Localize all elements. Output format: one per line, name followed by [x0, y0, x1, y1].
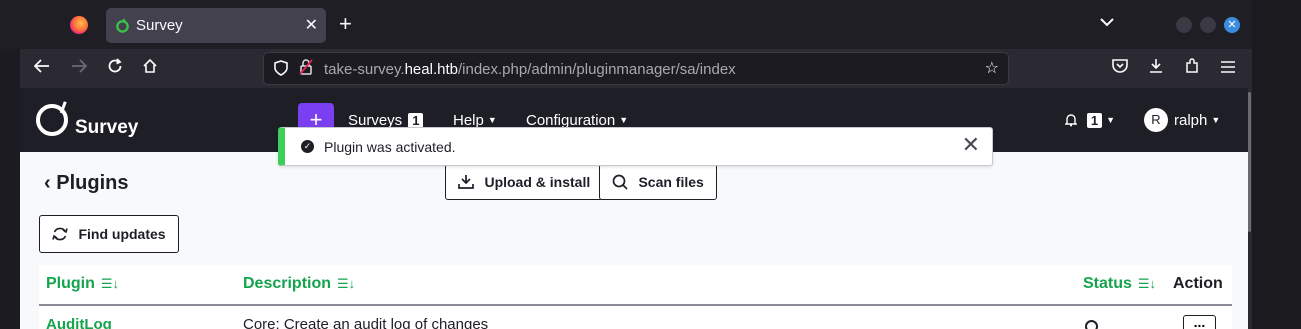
sort-icon: ☰↓ — [100, 276, 120, 291]
sort-icon: ☰↓ — [1137, 276, 1157, 291]
firefox-logo-icon[interactable] — [70, 16, 88, 34]
caret-down-icon: ▼ — [487, 115, 497, 125]
column-header-status-label: Status — [1083, 275, 1132, 292]
navigation-toolbar: take-survey.heal.htb/index.php/admin/plu… — [20, 49, 1252, 88]
back-arrow-icon[interactable] — [32, 58, 52, 78]
plugin-description: Core: Create an audit log of changes — [243, 316, 489, 329]
alert-close-icon[interactable]: ✕ — [962, 134, 980, 156]
tab-title: Survey — [136, 17, 183, 34]
plugins-table: Plugin ☰↓ Description ☰↓ Status ☰↓ Action A… — [39, 265, 1232, 329]
find-updates-button[interactable]: Find updates — [39, 215, 179, 253]
extensions-icon[interactable] — [1182, 58, 1202, 79]
survey-favicon-icon — [115, 18, 130, 33]
scan-files-button[interactable]: Scan files — [599, 164, 717, 200]
scrollbar-thumb[interactable] — [1248, 92, 1251, 232]
caret-down-icon: ▼ — [1211, 115, 1221, 125]
home-icon[interactable] — [140, 58, 160, 79]
refresh-icon — [52, 226, 72, 243]
page-title-label: Plugins — [56, 172, 129, 194]
forward-arrow-icon[interactable] — [69, 58, 89, 78]
scan-files-label: Scan files — [638, 174, 704, 190]
tracking-shield-icon[interactable] — [274, 60, 288, 79]
upload-icon — [458, 174, 478, 191]
window-close-button[interactable]: ✕ — [1224, 17, 1240, 33]
url-text: take-survey.heal.htb/index.php/admin/plu… — [324, 61, 736, 78]
survey-logo-icon[interactable] — [36, 104, 68, 136]
bell-icon — [1064, 112, 1081, 128]
column-header-status[interactable]: Status ☰↓ — [1083, 275, 1156, 293]
browser-window: Survey ✕ + ✕ take-survey.heal.htb/index.… — [0, 0, 1301, 329]
pocket-icon[interactable] — [1110, 58, 1130, 78]
brand-name[interactable]: Survey — [75, 117, 138, 139]
tab-list-chevron-icon[interactable] — [1100, 14, 1114, 30]
caret-down-icon: ▼ — [1106, 115, 1116, 125]
tab-close-icon[interactable]: ✕ — [305, 15, 318, 35]
reload-icon[interactable] — [105, 58, 125, 79]
column-header-action: Action — [1173, 275, 1223, 292]
chevron-left-icon[interactable]: ‹ — [44, 172, 51, 194]
user-menu[interactable]: ralph ▼ — [1174, 112, 1220, 129]
surveys-count-badge: 1 — [408, 113, 424, 128]
upload-install-button[interactable]: Upload & install — [445, 164, 604, 200]
insecure-lock-icon[interactable] — [299, 59, 313, 78]
column-header-description[interactable]: Description ☰↓ — [243, 275, 355, 293]
user-name: ralph — [1174, 112, 1208, 129]
find-updates-label: Find updates — [78, 226, 166, 242]
tab-strip: Survey ✕ + ✕ — [0, 0, 1252, 49]
page-title[interactable]: ‹ Plugins — [44, 172, 128, 195]
search-icon — [612, 174, 632, 191]
url-path: /index.php/admin/pluginmanager/sa/index — [457, 61, 736, 78]
desktop-edge — [1252, 0, 1301, 329]
tab-survey[interactable]: Survey ✕ — [106, 8, 326, 43]
table-header-divider — [39, 304, 1232, 306]
upload-install-label: Upload & install — [484, 174, 591, 190]
notifications-menu[interactable]: 1 ▼ — [1064, 112, 1116, 128]
page-content: Survey + Surveys 1 Help ▼ Configuration ▼ 1… — [20, 88, 1250, 329]
column-header-plugin[interactable]: Plugin ☰↓ — [46, 275, 119, 293]
column-header-description-label: Description — [243, 275, 332, 292]
hamburger-menu-icon[interactable] — [1218, 58, 1238, 78]
caret-down-icon: ▼ — [619, 115, 629, 125]
url-host: heal.htb — [404, 61, 458, 78]
sort-icon: ☰↓ — [337, 276, 356, 291]
minimize-button[interactable] — [1176, 17, 1192, 33]
check-circle-icon: ✓ — [301, 140, 314, 153]
row-actions-button[interactable]: ... — [1183, 315, 1216, 329]
avatar[interactable]: R — [1144, 108, 1168, 132]
success-alert: ✓ Plugin was activated. ✕ — [278, 127, 993, 166]
maximize-button[interactable] — [1200, 17, 1216, 33]
notifications-count-badge: 1 — [1086, 113, 1103, 128]
status-circle-icon — [1085, 320, 1098, 329]
downloads-icon[interactable] — [1146, 58, 1166, 79]
url-bar[interactable]: take-survey.heal.htb/index.php/admin/plu… — [263, 52, 1009, 85]
alert-message: Plugin was activated. — [324, 139, 456, 155]
url-host-prefix: take-survey. — [324, 61, 405, 78]
plugin-name-link[interactable]: AuditLog — [46, 316, 112, 329]
column-header-plugin-label: Plugin — [46, 275, 95, 292]
bookmark-star-icon[interactable]: ☆ — [985, 58, 999, 78]
new-tab-button[interactable]: + — [339, 13, 352, 35]
